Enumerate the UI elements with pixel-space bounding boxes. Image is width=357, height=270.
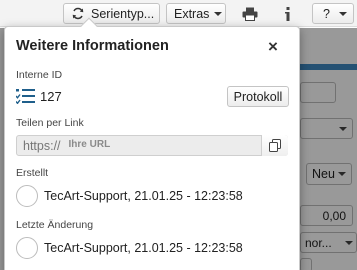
copy-link-button[interactable] — [261, 135, 288, 156]
list-check-icon — [16, 89, 35, 104]
help-menu-button[interactable]: ? — [312, 3, 354, 24]
avatar — [16, 237, 38, 259]
popover-title: Weitere Informationen — [16, 38, 169, 54]
info-button[interactable] — [280, 3, 296, 24]
last-change-value: TecArt-Support, 21.01.25 - 12:23:58 — [44, 241, 243, 255]
created-label: Erstellt — [16, 167, 49, 179]
info-popover: Weitere Informationen × Interne ID 127 P… — [4, 17, 300, 270]
last-change-label: Letzte Änderung — [16, 219, 94, 231]
chevron-down-icon — [214, 11, 223, 16]
internal-id-label: Interne ID — [16, 69, 63, 81]
help-label: ? — [323, 6, 330, 21]
extras-menu-button[interactable]: Extras — [166, 3, 226, 24]
serial-type-label: Serientyp... — [91, 6, 155, 21]
print-button[interactable] — [238, 3, 262, 24]
serial-type-button[interactable]: Serientyp... — [63, 3, 160, 24]
created-value: TecArt-Support, 21.01.25 - 12:23:58 — [44, 189, 243, 203]
protocol-button[interactable]: Protokoll — [227, 86, 289, 107]
url-prefix: https:// — [23, 138, 61, 153]
internal-id-value: 127 — [40, 89, 62, 104]
extras-label: Extras — [174, 6, 210, 21]
url-placeholder: Ihre URL — [68, 139, 111, 150]
print-icon — [242, 7, 258, 21]
top-toolbar: Serientyp... Extras ? — [0, 0, 357, 27]
chevron-down-icon — [338, 11, 347, 16]
share-url-field[interactable]: https:// Ihre URL — [16, 135, 288, 156]
share-link-label: Teilen per Link — [16, 117, 84, 129]
close-button[interactable]: × — [268, 37, 278, 57]
refresh-icon — [72, 7, 84, 20]
info-icon — [285, 6, 290, 21]
avatar — [16, 185, 38, 207]
copy-icon — [269, 139, 281, 152]
